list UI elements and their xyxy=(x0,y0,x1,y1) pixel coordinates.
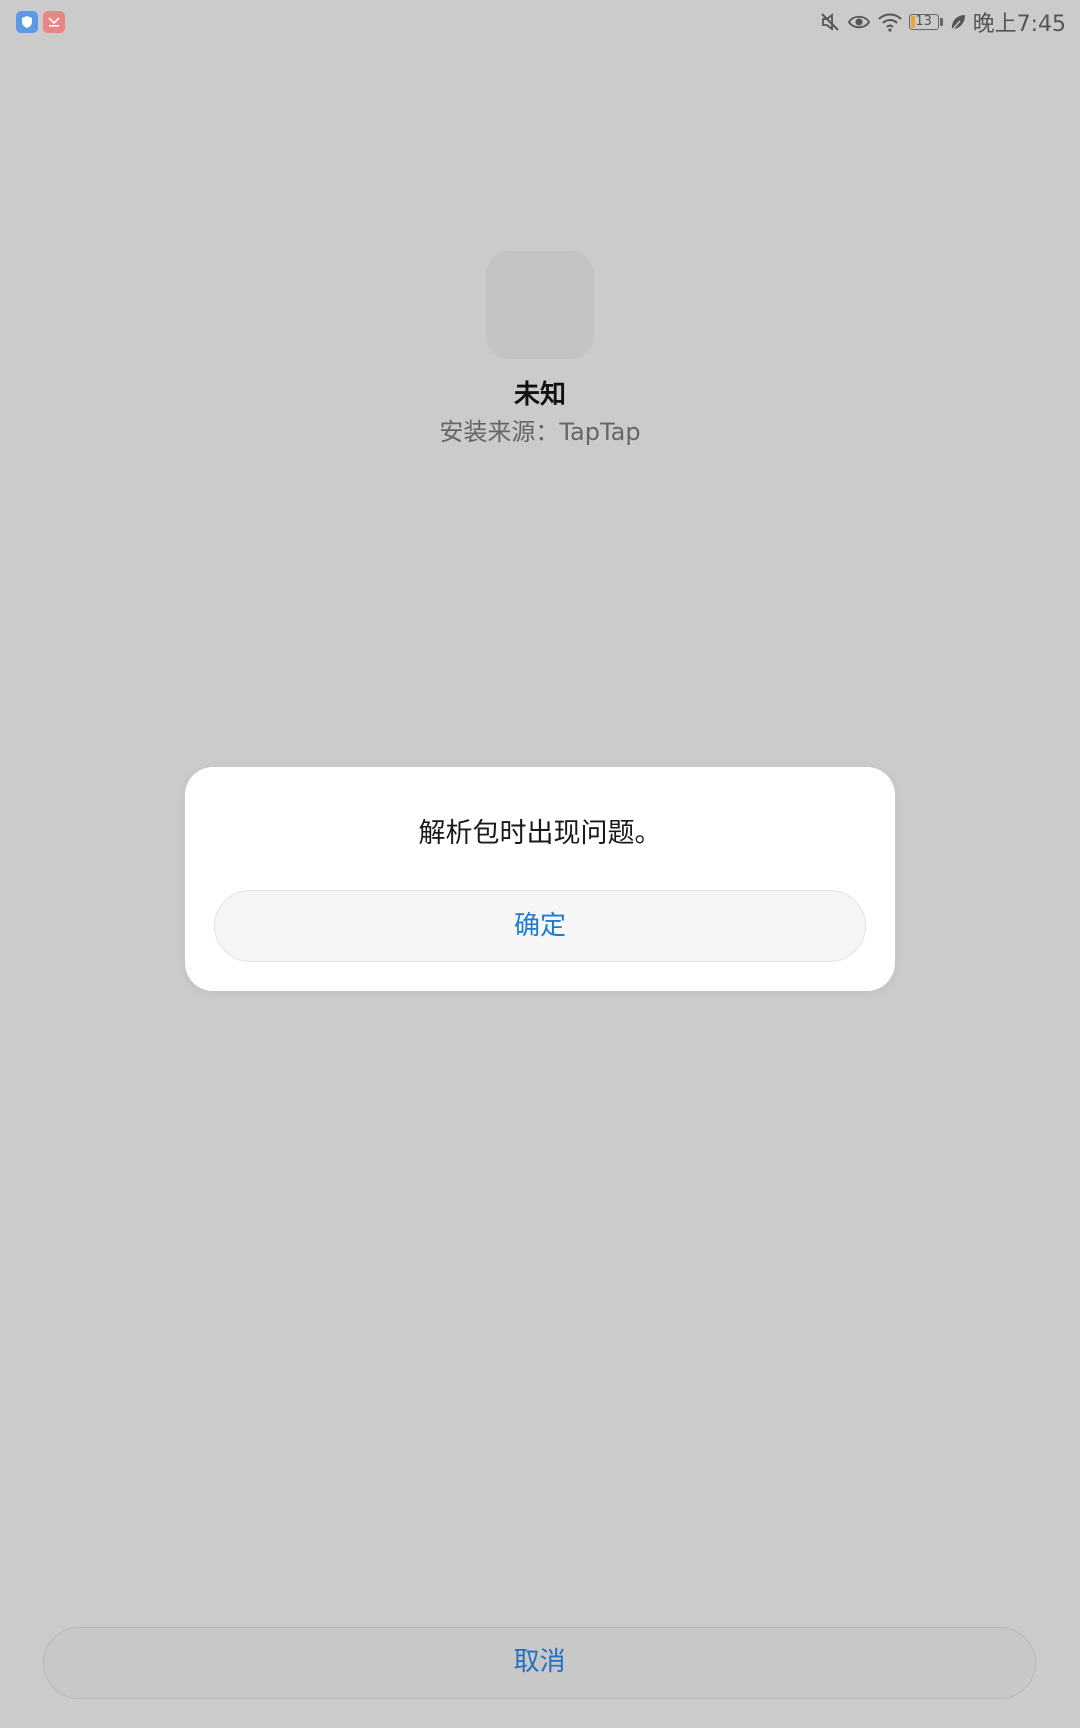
battery-nub xyxy=(939,18,943,26)
install-source: 安装来源：TapTap xyxy=(439,418,641,446)
shield-app-icon xyxy=(16,11,38,33)
error-dialog: 解析包时出现问题。 确定 xyxy=(185,767,895,991)
status-bar: 13 晚上7:45 xyxy=(0,0,1080,44)
leaf-icon xyxy=(949,12,967,32)
battery-icon: 13 xyxy=(908,14,939,30)
mail-app-icon xyxy=(43,11,65,33)
ok-button[interactable]: 确定 xyxy=(214,890,866,962)
mute-icon xyxy=(819,11,841,33)
dialog-message: 解析包时出现问题。 xyxy=(418,818,662,849)
battery-level: 13 xyxy=(915,14,932,29)
app-icon-placeholder xyxy=(486,251,594,359)
status-icons: 13 晚上7:45 xyxy=(819,8,1066,37)
app-name: 未知 xyxy=(513,380,566,410)
wifi-icon xyxy=(877,11,903,33)
clock: 晚上7:45 xyxy=(972,12,1066,37)
eye-icon xyxy=(847,11,871,33)
cancel-button[interactable]: 取消 xyxy=(43,1627,1036,1699)
